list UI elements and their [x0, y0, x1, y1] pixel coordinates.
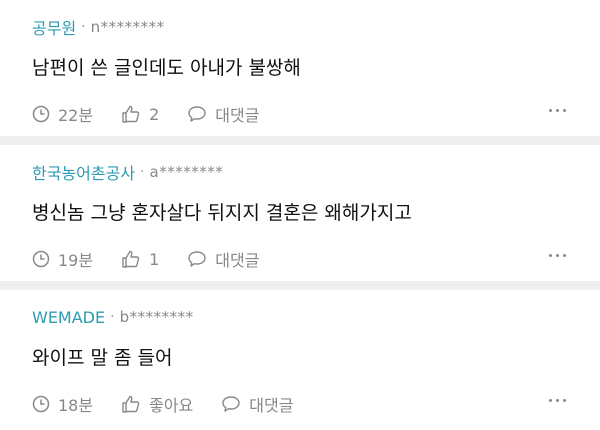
clock-icon — [32, 395, 50, 413]
comment-footer: 18분 좋아요 대댓글 — [32, 392, 568, 416]
comment-footer: 19분 1 대댓글 — [32, 247, 568, 271]
divider — [0, 136, 600, 145]
speech-bubble-icon — [188, 106, 206, 122]
comment-meta: WEMADE · b******** — [32, 306, 568, 328]
comment-card: 한국농어촌공사 · a******** 병신놈 그냥 혼자살다 뒤지지 결혼은 … — [0, 145, 600, 281]
meta-separator: · — [81, 19, 86, 35]
reply-label: 대댓글 — [249, 396, 294, 415]
reply-button[interactable]: 대댓글 — [187, 247, 259, 271]
company-name[interactable]: 한국농어촌공사 — [32, 160, 135, 184]
like-count: 2 — [149, 104, 160, 124]
thumbs-up-icon — [122, 105, 140, 123]
more-dots-icon[interactable] — [549, 109, 566, 112]
comment-card: 공무원 · n******** 남편이 쓴 글인데도 아내가 불쌍해 22분 2… — [0, 0, 600, 136]
comment-text: 와이프 말 좀 들어 — [32, 347, 173, 369]
more-dots-icon[interactable] — [549, 254, 566, 257]
divider — [0, 281, 600, 290]
company-name[interactable]: 공무원 — [32, 15, 76, 39]
speech-bubble-icon — [188, 251, 206, 267]
comment-meta: 한국농어촌공사 · a******** — [32, 161, 568, 183]
like-button[interactable]: 2 — [121, 105, 159, 124]
thumbs-up-icon — [122, 250, 140, 268]
comment-text: 남편이 쓴 글인데도 아내가 불쌍해 — [32, 57, 301, 79]
more-dots-icon[interactable] — [549, 399, 566, 402]
thumbs-up-icon — [122, 395, 140, 413]
comment-meta: 공무원 · n******** — [32, 16, 568, 38]
reply-button[interactable]: 대댓글 — [221, 392, 293, 416]
user-id: n******** — [90, 18, 165, 36]
comment-footer: 22분 2 대댓글 — [32, 102, 568, 126]
like-count: 1 — [149, 249, 160, 269]
company-name[interactable]: WEMADE — [32, 308, 105, 327]
speech-bubble-icon — [222, 396, 240, 412]
reply-button[interactable]: 대댓글 — [187, 102, 259, 126]
meta-separator: · — [110, 309, 115, 325]
comment-card: WEMADE · b******** 와이프 말 좀 들어 18분 좋아요 대댓… — [0, 290, 600, 426]
user-id: b******** — [119, 308, 194, 326]
time-ago: 22분 — [32, 102, 93, 126]
time-label: 18분 — [58, 396, 94, 415]
reply-label: 대댓글 — [215, 106, 260, 125]
time-label: 22분 — [58, 106, 94, 125]
clock-icon — [32, 250, 50, 268]
comment-text: 병신놈 그냥 혼자살다 뒤지지 결혼은 왜해가지고 — [32, 202, 412, 224]
meta-separator: · — [140, 164, 145, 180]
like-button[interactable]: 1 — [121, 250, 159, 269]
like-button[interactable]: 좋아요 — [121, 392, 193, 416]
reply-label: 대댓글 — [215, 251, 260, 270]
time-ago: 18분 — [32, 392, 93, 416]
time-label: 19분 — [58, 251, 94, 270]
clock-icon — [32, 105, 50, 123]
time-ago: 19분 — [32, 247, 93, 271]
user-id: a******** — [149, 163, 224, 181]
like-count: 좋아요 — [149, 396, 194, 415]
